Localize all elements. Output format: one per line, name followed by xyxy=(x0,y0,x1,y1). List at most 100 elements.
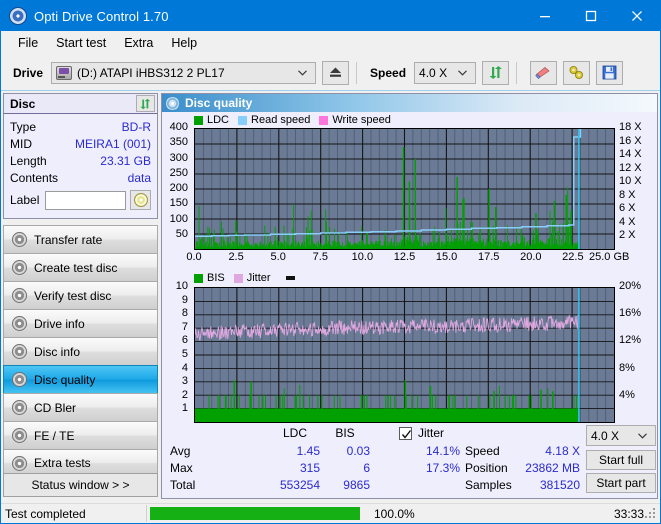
disc-label-row: Label xyxy=(10,188,151,212)
sidebar-item-cd-bler[interactable]: CD Bler xyxy=(3,393,158,421)
minimize-button[interactable] xyxy=(522,1,568,31)
jitter-checkbox[interactable] xyxy=(399,427,412,440)
refresh-button[interactable] xyxy=(482,60,510,85)
x-tick-label: 0.0 xyxy=(186,251,202,263)
speed-select[interactable]: 4.0 X xyxy=(414,61,477,84)
stats-speed-value: 4.18 X xyxy=(545,444,580,458)
disc-row-contents: Contents data xyxy=(10,169,151,186)
disc-label-button[interactable] xyxy=(130,190,151,210)
menu-item-file[interactable]: File xyxy=(9,34,47,52)
y2-tick-label: 12% xyxy=(619,334,642,347)
y-tick-label: 10 xyxy=(175,280,188,292)
disc-label-input[interactable] xyxy=(45,190,126,210)
legend-label-bis: BIS xyxy=(207,272,225,284)
y2-tick-label: 10 X xyxy=(619,175,642,188)
content-header: Disc quality xyxy=(162,94,657,112)
app-icon xyxy=(9,7,27,25)
status-window-button[interactable]: Status window > > xyxy=(3,473,158,497)
y-tick-label: 350 xyxy=(169,136,188,149)
legend-swatch-write-speed xyxy=(319,115,329,125)
resize-grip[interactable] xyxy=(645,508,657,520)
stats-row-total: Total xyxy=(170,478,196,492)
y-tick-label: 2 xyxy=(181,388,188,401)
maximize-button[interactable] xyxy=(568,1,614,31)
content-panel: Disc quality LDC Read speed Write speed … xyxy=(161,93,658,499)
progress-bar xyxy=(150,507,360,520)
disc-quality-ldc-chart[interactable] xyxy=(194,128,615,250)
drive-label: Drive xyxy=(13,65,44,80)
menu-bar: File Start test Extra Help xyxy=(1,31,660,55)
save-button[interactable] xyxy=(596,60,624,85)
disc-quality-bis-chart[interactable] xyxy=(194,287,615,423)
sidebar-item-disc-info[interactable]: Disc info xyxy=(3,337,158,365)
start-part-button[interactable]: Start part xyxy=(586,473,656,493)
disc-row-mid: MID MEIRA1 (001) xyxy=(10,135,151,152)
sidebar-item-fe-te[interactable]: FE / TE xyxy=(3,421,158,449)
disc-panel-title: Disc xyxy=(10,96,36,111)
erase-button[interactable] xyxy=(530,60,558,85)
toolbar: Drive (D:) ATAPI iHBS312 2 PL17 Speed 4.… xyxy=(1,55,660,91)
stats-speed-label: Speed xyxy=(465,444,500,458)
sidebar-item-drive-info[interactable]: Drive info xyxy=(3,309,158,337)
speed-select-value: 4.0 X xyxy=(419,65,448,80)
toolbar-separator xyxy=(516,61,518,84)
x-tick-label: 15.0 xyxy=(435,251,458,263)
stats-bis-avg: 0.03 xyxy=(346,444,370,458)
sidebar-item-verify-test-disc[interactable]: Verify test disc xyxy=(3,281,158,309)
disc-row-length: Length 23.31 GB xyxy=(10,152,151,169)
menu-item-start-test[interactable]: Start test xyxy=(47,34,115,52)
stats-position-label: Position xyxy=(465,461,508,475)
y-tick-label: 7 xyxy=(181,320,188,333)
stats-jitter-avg: 14.1% xyxy=(425,444,460,458)
disc-row-mid-value: MEIRA1 (001) xyxy=(74,136,151,151)
sidebar-item-create-test-disc[interactable]: Create test disc xyxy=(3,253,158,281)
sidebar-item-label: CD Bler xyxy=(34,400,77,415)
x-tick-label: 20.0 xyxy=(520,251,542,263)
legend-label-ldc: LDC xyxy=(207,114,230,126)
disc-refresh-button[interactable] xyxy=(136,95,155,112)
y2-tick-label: 14 X xyxy=(619,148,642,161)
menu-item-extra[interactable]: Extra xyxy=(115,34,162,52)
stats-position-value: 23862 MB xyxy=(525,461,580,475)
test-speed-select[interactable]: 4.0 X xyxy=(586,425,656,446)
stats-row-max: Max xyxy=(170,461,193,475)
disc-fete-icon xyxy=(12,428,27,443)
y-tick-label: 4 xyxy=(181,361,188,374)
y-tick-label: 8 xyxy=(181,307,188,320)
legend-top-chart: LDC Read speed Write speed xyxy=(194,114,396,126)
legend-swatch-bis xyxy=(194,273,203,283)
progress-percent: 100.0% xyxy=(374,506,415,521)
disc-transfer-icon xyxy=(12,232,27,247)
disc-row-contents-value: data xyxy=(127,170,151,185)
stats-col-bis: BIS xyxy=(335,426,355,440)
legend-swatch-jitter xyxy=(233,273,243,283)
stats-samples-value: 381520 xyxy=(539,478,580,492)
stats-ldc-avg: 1.45 xyxy=(296,444,320,458)
x-tick-label: 17.5 xyxy=(477,251,500,263)
eject-button[interactable] xyxy=(322,60,350,85)
drive-select[interactable]: (D:) ATAPI iHBS312 2 PL17 xyxy=(51,61,317,84)
sidebar-item-disc-quality[interactable]: Disc quality xyxy=(3,365,158,393)
sidebar-item-transfer-rate[interactable]: Transfer rate xyxy=(3,225,158,253)
start-full-button[interactable]: Start full xyxy=(586,450,656,470)
menu-item-help[interactable]: Help xyxy=(162,34,206,52)
close-button[interactable] xyxy=(614,1,660,31)
x-tick-label: 7.5 xyxy=(312,251,328,263)
navigation-list: Transfer rate Create test disc Verify te… xyxy=(3,225,158,477)
sidebar-item-label: Disc quality xyxy=(34,372,96,387)
legend-label-read-speed: Read speed xyxy=(251,114,311,126)
stats-samples-label: Samples xyxy=(465,478,512,492)
window-title: Opti Drive Control 1.70 xyxy=(34,8,169,24)
disc-bler-icon xyxy=(12,400,27,415)
disc-info-icon xyxy=(12,344,27,359)
y-tick-label: 50 xyxy=(175,227,188,240)
status-message: Test completed xyxy=(5,506,86,521)
y-tick-label: 1 xyxy=(181,402,188,415)
sidebar-item-label: FE / TE xyxy=(34,428,75,443)
tools-button[interactable] xyxy=(563,60,591,85)
stats-bis-max: 6 xyxy=(363,461,370,475)
disc-label-key: Label xyxy=(10,193,40,207)
y-tick-label: 9 xyxy=(181,293,188,306)
sidebar-item-label: Disc info xyxy=(34,344,81,359)
x-tick-label: 5.0 xyxy=(270,251,286,263)
